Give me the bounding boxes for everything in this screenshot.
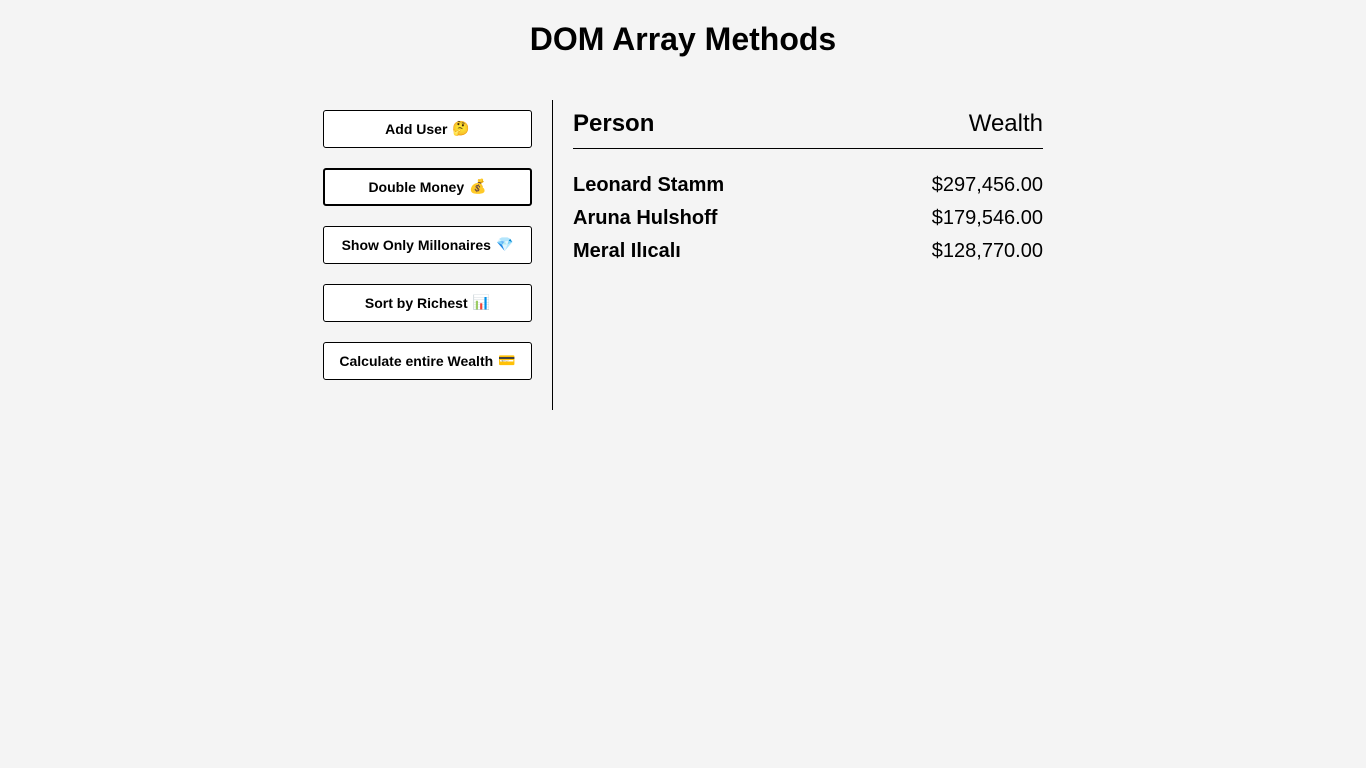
person-row: Leonard Stamm $297,456.00: [573, 169, 1043, 202]
person-name: Meral Ilıcalı: [573, 240, 681, 262]
credit-card-icon: 💳: [498, 353, 516, 369]
table-header: Person Wealth: [573, 110, 1043, 149]
gem-icon: 💎: [495, 237, 514, 253]
person-column-header: Person: [573, 110, 655, 137]
sidebar: Add User 🤔 Double Money 💰 Show Only Mill…: [323, 100, 553, 410]
thinking-face-icon: 🤔: [452, 121, 470, 137]
main-panel: Person Wealth Leonard Stamm $297,456.00 …: [553, 100, 1043, 410]
person-wealth: $297,456.00: [931, 174, 1043, 196]
show-millionaires-button[interactable]: Show Only Millonaires 💎: [323, 226, 532, 264]
person-wealth: $128,770.00: [931, 240, 1043, 262]
app-container: Add User 🤔 Double Money 💰 Show Only Mill…: [323, 100, 1043, 410]
money-bag-icon: 💰: [469, 179, 487, 195]
double-money-button[interactable]: Double Money 💰: [323, 168, 532, 206]
add-user-button[interactable]: Add User 🤔: [323, 110, 532, 148]
bar-chart-icon: 📊: [472, 295, 491, 311]
person-name: Leonard Stamm: [573, 174, 725, 196]
calculate-wealth-label: Calculate entire Wealth: [339, 353, 494, 369]
calculate-wealth-button[interactable]: Calculate entire Wealth 💳: [323, 342, 532, 380]
page-title: DOM Array Methods: [529, 21, 837, 57]
person-wealth: $179,546.00: [931, 207, 1043, 229]
person-row: Meral Ilıcalı $128,770.00: [573, 235, 1043, 268]
sort-by-richest-label: Sort by Richest: [364, 295, 468, 311]
wealth-column-header: Wealth: [968, 110, 1043, 137]
show-millionaires-label: Show Only Millonaires: [341, 237, 491, 253]
double-money-label: Double Money: [368, 179, 465, 195]
person-name: Aruna Hulshoff: [573, 207, 718, 229]
person-row: Aruna Hulshoff $179,546.00: [573, 202, 1043, 235]
sort-by-richest-button[interactable]: Sort by Richest 📊: [323, 284, 532, 322]
people-list: Leonard Stamm $297,456.00 Aruna Hulshoff…: [573, 169, 1043, 268]
add-user-label: Add User: [385, 121, 448, 137]
